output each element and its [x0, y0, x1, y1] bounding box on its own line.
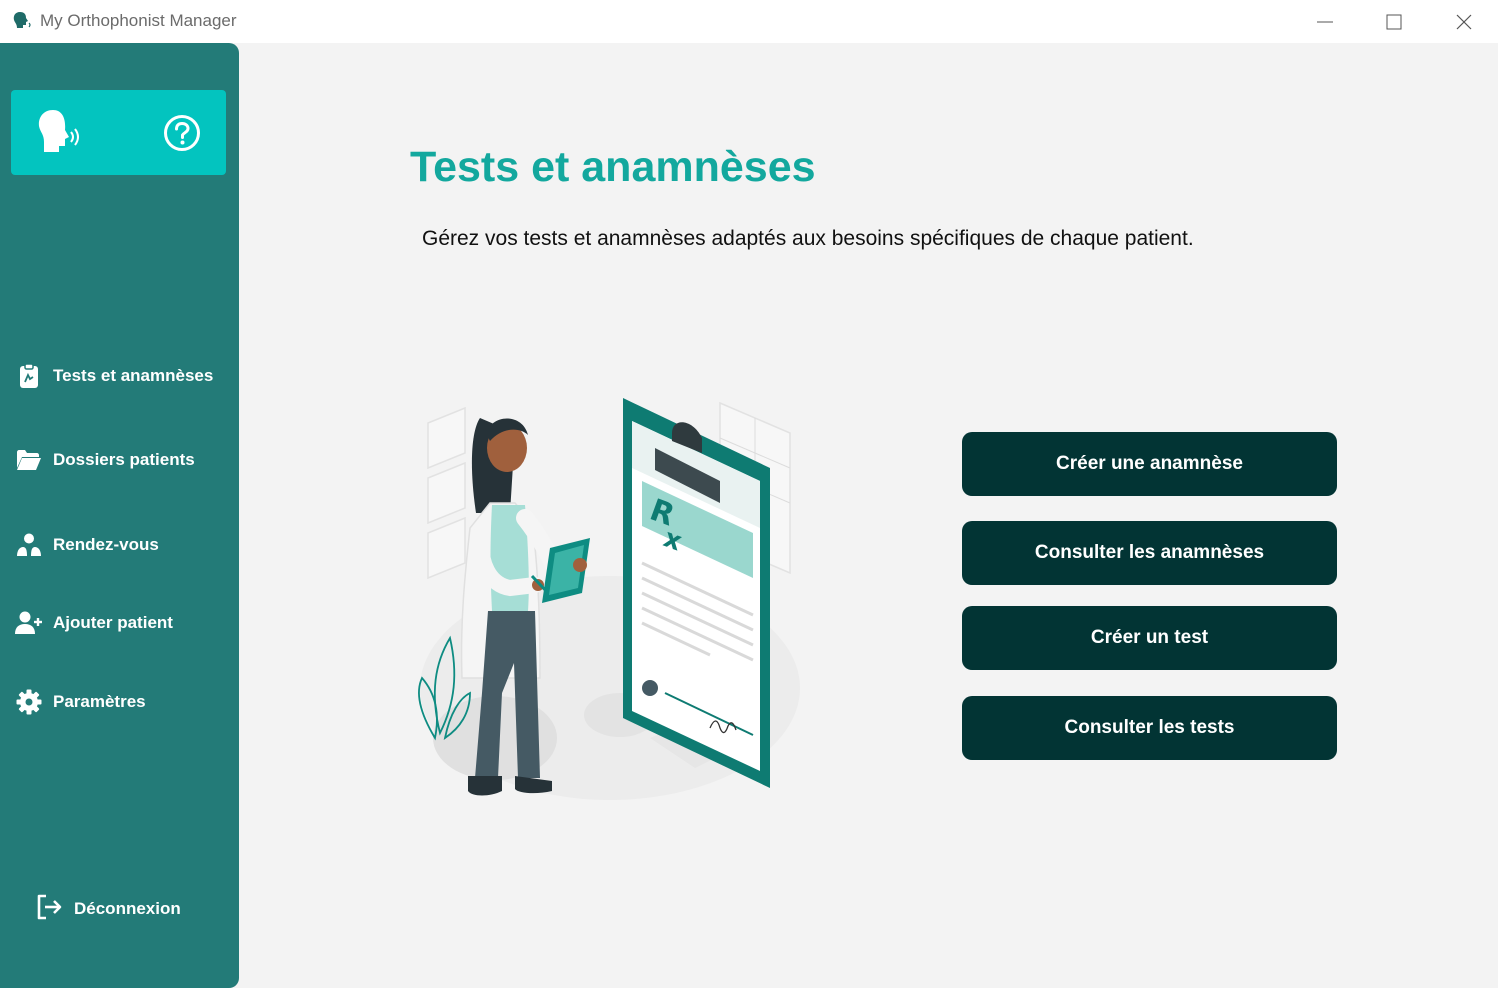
- view-anamneses-button[interactable]: Consulter les anamnèses: [962, 521, 1337, 585]
- close-icon: [1456, 14, 1472, 29]
- logout-button[interactable]: Déconnexion: [36, 889, 181, 929]
- logo-card: [11, 90, 226, 175]
- doctor-with-clipboard-illustration: R x: [418, 398, 800, 800]
- sidebar-item-parametres[interactable]: Paramètres: [0, 680, 239, 724]
- speaking-head-icon: [38, 110, 79, 152]
- sidebar-item-label: Ajouter patient: [53, 613, 173, 632]
- folder-open-icon: [15, 446, 43, 474]
- close-button[interactable]: [1441, 0, 1487, 43]
- users-icon: [15, 531, 43, 559]
- sidebar-item-label: Paramètres: [53, 692, 146, 711]
- logout-icon: [36, 894, 64, 925]
- maximize-button[interactable]: [1371, 0, 1417, 43]
- sidebar-item-rendez-vous[interactable]: Rendez-vous: [0, 523, 239, 567]
- sidebar-item-ajouter-patient[interactable]: Ajouter patient: [0, 601, 239, 645]
- title-bar: My Orthophonist Manager: [0, 0, 1498, 43]
- sidebar-item-label: Dossiers patients: [53, 450, 195, 469]
- sidebar-item-label: Tests et anamnèses: [53, 366, 214, 385]
- create-test-button[interactable]: Créer un test: [962, 606, 1337, 670]
- user-plus-icon: [15, 609, 43, 637]
- sidebar-item-label: Rendez-vous: [53, 535, 159, 554]
- minimize-button[interactable]: [1302, 0, 1348, 43]
- create-anamnesis-button[interactable]: Créer une anamnèse: [962, 432, 1337, 496]
- app-logo-icon: [13, 12, 31, 28]
- gear-icon: [15, 688, 43, 716]
- sidebar-item-tests[interactable]: Tests et anamnèses: [0, 354, 239, 398]
- page-subtitle: Gérez vos tests et anamnèses adaptés aux…: [422, 227, 1194, 250]
- sidebar-item-dossiers[interactable]: Dossiers patients: [0, 438, 239, 482]
- minimize-icon: [1317, 21, 1333, 22]
- clipboard-icon: [15, 362, 43, 390]
- page-title: Tests et anamnèses: [410, 143, 816, 191]
- view-tests-button[interactable]: Consulter les tests: [962, 696, 1337, 760]
- window-title: My Orthophonist Manager: [40, 11, 237, 30]
- maximize-icon: [1386, 14, 1402, 29]
- main-area: Tests et anamnèses Dossiers patients Ren…: [0, 43, 1498, 988]
- sidebar: Tests et anamnèses Dossiers patients Ren…: [0, 43, 239, 988]
- question-circle-icon[interactable]: [163, 114, 201, 152]
- logout-label: Déconnexion: [74, 899, 181, 918]
